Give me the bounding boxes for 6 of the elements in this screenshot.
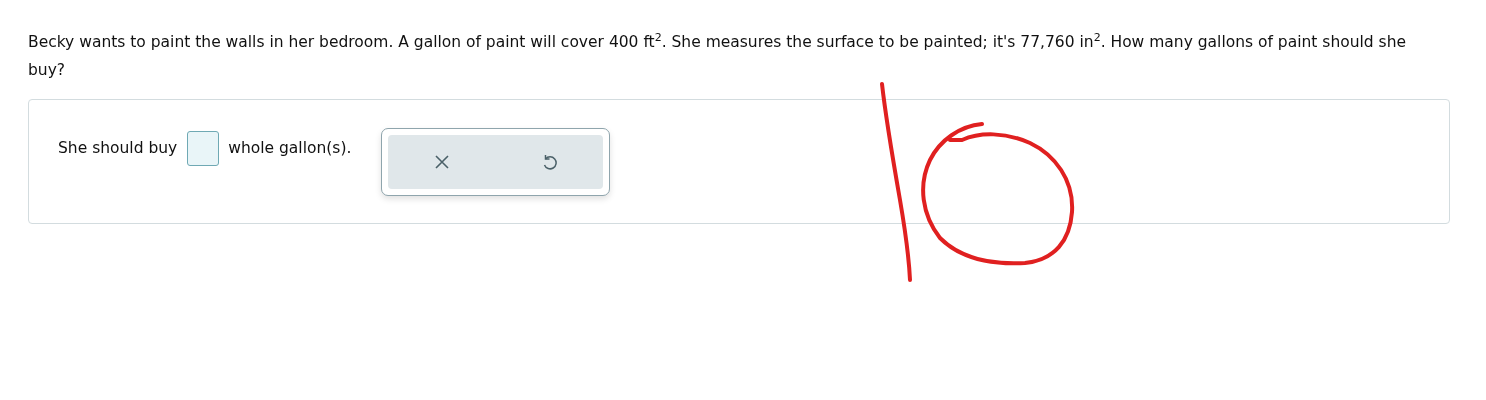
- answer-suffix: whole gallon(s).: [228, 139, 352, 157]
- question-text: Becky wants to paint the walls in her bedroom. A gallon of paint will cover 400 ft$^{2}$. She measures the surface to be painted; it's 77,760 in$^{2}$. How many gallons of paint should she buy?: [28, 29, 1408, 81]
- answer-field[interactable]: [187, 131, 220, 166]
- undo-icon: [541, 154, 558, 170]
- close-icon: [434, 154, 451, 170]
- answer-prefix: She should buy: [58, 139, 178, 157]
